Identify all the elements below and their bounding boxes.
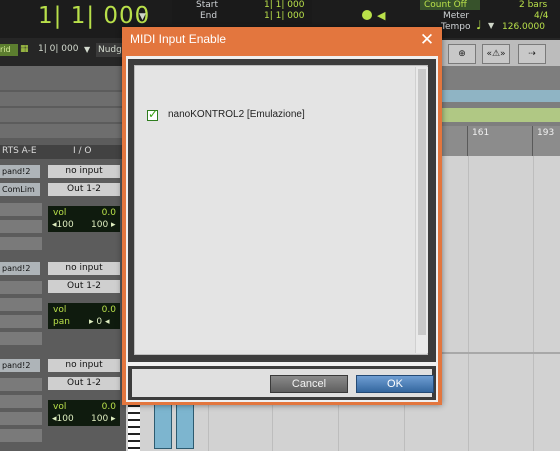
insert-slot[interactable]: pand!2 bbox=[0, 165, 40, 178]
chevron-down-icon[interactable]: ▼ bbox=[139, 12, 146, 22]
ruler-tick bbox=[532, 126, 533, 156]
cancel-button[interactable]: Cancel bbox=[270, 375, 348, 393]
pan-right[interactable]: 100 ▸ bbox=[91, 414, 116, 424]
smart-tool-icon[interactable]: «⚠» bbox=[482, 44, 510, 64]
zoom-tool-icon[interactable]: ⊕ bbox=[448, 44, 476, 64]
meter-label: Meter bbox=[443, 11, 470, 21]
panel-row bbox=[0, 92, 126, 106]
empty-insert-slot[interactable] bbox=[0, 298, 42, 311]
tempo-value[interactable]: 126.0000 bbox=[502, 22, 545, 32]
midi-clip[interactable] bbox=[154, 402, 172, 449]
end-label: End bbox=[200, 11, 218, 21]
piano-keyboard[interactable] bbox=[128, 400, 140, 451]
insert-slot[interactable]: pand!2 bbox=[0, 359, 40, 372]
empty-insert-slot[interactable] bbox=[0, 378, 42, 391]
vol-label: vol bbox=[53, 208, 67, 218]
midi-clip[interactable] bbox=[176, 402, 194, 449]
vol-value[interactable]: 0.0 bbox=[102, 402, 116, 412]
speaker-icon[interactable]: ◀ bbox=[377, 9, 385, 22]
empty-insert-slot[interactable] bbox=[0, 412, 42, 425]
vol-label: vol bbox=[53, 305, 67, 315]
scroll-thumb[interactable] bbox=[418, 69, 426, 335]
edit-tools: ⊕ «⚠» ⇢ bbox=[440, 40, 560, 66]
start-label: Start bbox=[196, 0, 218, 10]
input-selector[interactable]: no input bbox=[48, 262, 120, 275]
panel-row bbox=[0, 124, 126, 138]
grid-value[interactable]: 1| 0| 000 bbox=[38, 44, 78, 54]
output-selector[interactable]: Out 1-2 bbox=[48, 183, 120, 196]
empty-insert-slot[interactable] bbox=[0, 332, 42, 345]
device-list-frame bbox=[128, 59, 436, 362]
bar-number: 161 bbox=[472, 128, 490, 138]
vertical-scrollbar[interactable] bbox=[415, 67, 428, 353]
pan-left[interactable]: ◂100 bbox=[52, 414, 74, 424]
chevron-down-icon[interactable]: ▼ bbox=[84, 45, 90, 54]
column-headers: RTS A-E I / O bbox=[0, 145, 126, 159]
output-selector[interactable]: Out 1-2 bbox=[48, 280, 120, 293]
tempo-label: Tempo bbox=[441, 22, 471, 32]
midi-input-indicator-icon[interactable] bbox=[362, 10, 372, 20]
insert-slot[interactable]: ComLim bbox=[0, 183, 40, 196]
gridline bbox=[468, 156, 469, 451]
grid-mode-chip[interactable]: rid bbox=[0, 44, 18, 56]
empty-insert-slot[interactable] bbox=[0, 315, 42, 328]
volume-pan-display[interactable]: vol 0.0 ◂100 100 ▸ bbox=[48, 400, 120, 426]
chevron-down-icon[interactable]: ▼ bbox=[488, 21, 494, 30]
ruler-tick bbox=[467, 126, 468, 156]
bar-number: 193 bbox=[537, 128, 555, 138]
empty-insert-slot[interactable] bbox=[0, 395, 42, 408]
empty-insert-slot[interactable] bbox=[0, 237, 42, 250]
link-tool-icon[interactable]: ⇢ bbox=[518, 44, 546, 64]
panel-header-band bbox=[0, 66, 126, 90]
volume-pan-display[interactable]: vol 0.0 pan ▸ 0 ◂ bbox=[48, 303, 120, 329]
device-label[interactable]: nanoKONTROL2 [Emulazione] bbox=[168, 109, 305, 120]
input-selector[interactable]: no input bbox=[48, 165, 120, 178]
marker-ruler[interactable] bbox=[438, 90, 560, 102]
output-selector[interactable]: Out 1-2 bbox=[48, 377, 120, 390]
pan-left[interactable]: ◂100 bbox=[52, 220, 74, 230]
empty-insert-slot[interactable] bbox=[0, 220, 42, 233]
input-selector[interactable]: no input bbox=[48, 359, 120, 372]
count-off-button[interactable]: Count Off bbox=[420, 0, 480, 10]
vol-value[interactable]: 0.0 bbox=[102, 208, 116, 218]
checkmark-icon: ✓ bbox=[148, 107, 159, 121]
vol-label: vol bbox=[53, 402, 67, 412]
pan-right[interactable]: 100 ▸ bbox=[91, 220, 116, 230]
empty-insert-slot[interactable] bbox=[0, 281, 42, 294]
button-bar: Cancel OK bbox=[132, 369, 434, 397]
pan-label: pan bbox=[53, 317, 70, 327]
note-icon[interactable]: ♩ bbox=[476, 18, 482, 32]
insert-slot[interactable]: pand!2 bbox=[0, 262, 40, 275]
dialog-title: MIDI Input Enable bbox=[130, 32, 227, 46]
vol-value[interactable]: 0.0 bbox=[102, 305, 116, 315]
meter-value[interactable]: 4/4 bbox=[534, 11, 548, 21]
gridline bbox=[533, 156, 534, 451]
inserts-header: RTS A-E bbox=[2, 146, 37, 156]
grid-icon: ▦ bbox=[20, 44, 29, 54]
start-value[interactable]: 1| 1| 000 bbox=[264, 0, 304, 10]
button-bar-frame: Cancel OK bbox=[128, 366, 436, 400]
dialog-body: ✓ nanoKONTROL2 [Emulazione] Cancel OK bbox=[126, 56, 438, 402]
io-header: I / O bbox=[73, 146, 92, 156]
empty-insert-slot[interactable] bbox=[0, 203, 42, 216]
main-counter[interactable]: 1| 1| 000 bbox=[38, 3, 150, 29]
end-value[interactable]: 1| 1| 000 bbox=[264, 11, 304, 21]
pan-value[interactable]: ▸ 0 ◂ bbox=[89, 317, 109, 327]
start-end-panel: Start 1| 1| 000 End 1| 1| 000 bbox=[172, 0, 312, 24]
midi-input-enable-dialog: MIDI Input Enable ✕ ✓ nanoKONTROL2 [Emul… bbox=[122, 27, 442, 405]
empty-insert-slot[interactable] bbox=[0, 429, 42, 442]
panel-row bbox=[0, 108, 126, 122]
close-icon[interactable]: ✕ bbox=[416, 29, 438, 51]
nudge-button[interactable]: Nudg bbox=[96, 43, 124, 57]
device-checkbox[interactable]: ✓ bbox=[147, 107, 159, 121]
volume-pan-display[interactable]: vol 0.0 ◂100 100 ▸ bbox=[48, 206, 120, 232]
tempo-ruler[interactable] bbox=[438, 108, 560, 122]
ok-button[interactable]: OK bbox=[356, 375, 434, 393]
count-off-bars[interactable]: 2 bars bbox=[519, 0, 547, 10]
